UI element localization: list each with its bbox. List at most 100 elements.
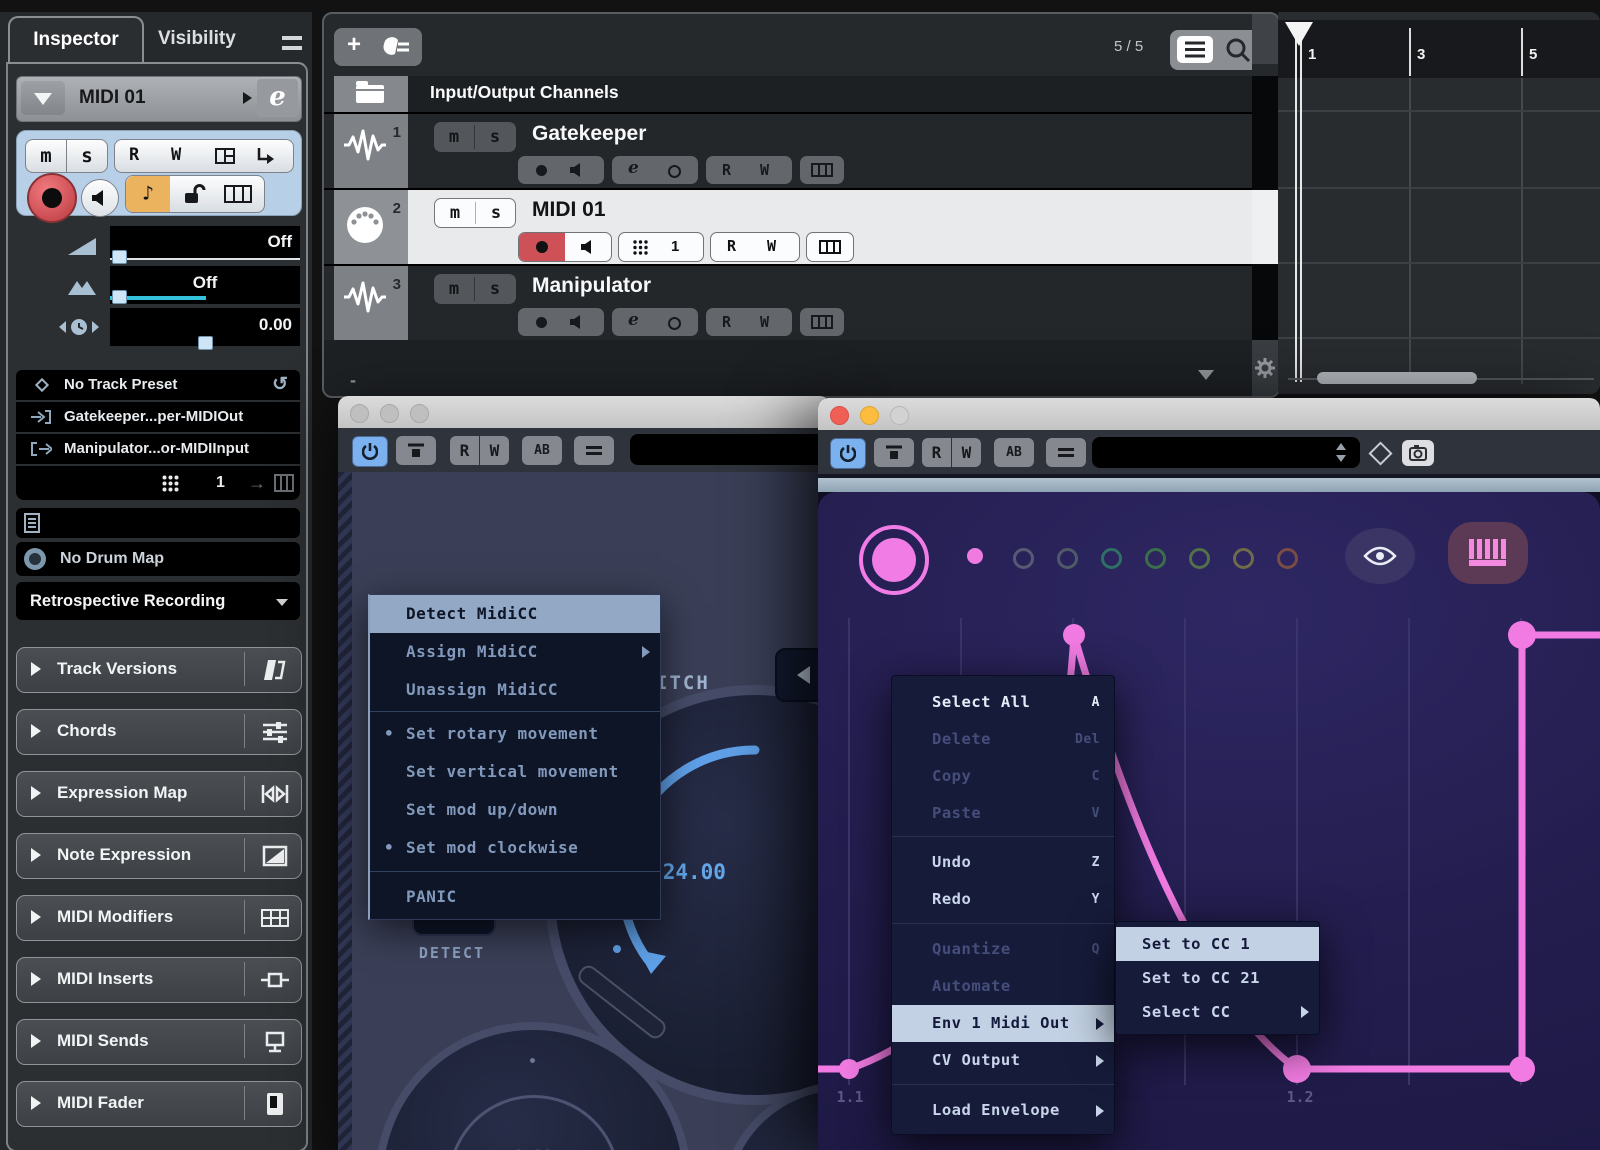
preset-selector[interactable] bbox=[630, 434, 830, 465]
pan-fader[interactable]: Off bbox=[110, 266, 300, 304]
solo-button[interactable]: s bbox=[475, 274, 515, 304]
section-chords[interactable]: Chords bbox=[16, 709, 302, 755]
solo-button[interactable]: s bbox=[475, 122, 515, 152]
tab-visibility[interactable]: Visibility bbox=[158, 28, 236, 50]
gear-icon[interactable] bbox=[1255, 358, 1275, 378]
menu-item-cv-output[interactable]: CV Output bbox=[892, 1042, 1114, 1079]
envelope-point[interactable] bbox=[1063, 624, 1085, 646]
delay-handle[interactable] bbox=[198, 336, 213, 350]
preset-diamond-icon[interactable] bbox=[1368, 441, 1392, 465]
envelope-point[interactable] bbox=[1283, 1055, 1311, 1083]
inspector-menu-icon[interactable] bbox=[282, 36, 302, 50]
track3-icon-cell[interactable]: 3 bbox=[334, 266, 408, 340]
menu-item-undo[interactable]: UndoZ bbox=[892, 844, 1114, 881]
menu-item-automate[interactable]: Automate bbox=[892, 968, 1114, 1005]
record-enable-button[interactable] bbox=[536, 317, 547, 328]
channel-grid-icon[interactable] bbox=[633, 240, 648, 255]
delay-fader[interactable]: 0.00 bbox=[110, 308, 300, 346]
bank-icon[interactable] bbox=[274, 474, 294, 492]
menu-item-assign-midicc[interactable]: Assign MidiCC bbox=[370, 633, 660, 671]
menu-item-unassign-midicc[interactable]: Unassign MidiCC bbox=[370, 671, 660, 709]
write-automation-button[interactable]: W bbox=[952, 438, 981, 467]
track-view-button[interactable] bbox=[1177, 36, 1213, 63]
zoom-button-inactive[interactable] bbox=[410, 404, 429, 423]
read-automation-button[interactable]: R bbox=[727, 237, 736, 255]
write-automation-button[interactable]: W bbox=[480, 436, 509, 465]
add-track-button[interactable]: + bbox=[347, 31, 361, 59]
freeze-button[interactable] bbox=[668, 317, 681, 330]
submenu-item-set-cc1[interactable]: Set to CC 1 bbox=[1116, 927, 1319, 961]
preset-selector[interactable] bbox=[1092, 437, 1360, 468]
playhead-marker[interactable] bbox=[1285, 22, 1313, 46]
drum-map-row[interactable]: No Drum Map bbox=[16, 542, 300, 576]
input-routing-row[interactable]: Gatekeeper...per-MIDIOut bbox=[16, 402, 300, 432]
solo-button[interactable]: s bbox=[66, 139, 108, 173]
read-automation-button[interactable]: R bbox=[722, 161, 731, 179]
menu-item-set-rotary[interactable]: •Set rotary movement bbox=[370, 715, 660, 753]
track-preset-row[interactable]: No Track Preset ↺ bbox=[16, 370, 300, 400]
track1-icon-cell[interactable]: 1 bbox=[334, 114, 408, 188]
section-midi-inserts[interactable]: MIDI Inserts bbox=[16, 957, 302, 1003]
mute-button[interactable]: m bbox=[434, 274, 474, 304]
menu-item-set-mod-clockwise[interactable]: •Set mod clockwise bbox=[370, 829, 660, 867]
search-icon[interactable] bbox=[1224, 37, 1252, 63]
monitor-button[interactable] bbox=[570, 163, 584, 177]
write-automation-button[interactable]: W bbox=[760, 313, 769, 331]
menu-item-load-envelope[interactable]: Load Envelope bbox=[892, 1092, 1114, 1129]
write-automation-button[interactable]: W bbox=[760, 161, 769, 179]
lanes-icon[interactable] bbox=[819, 240, 841, 254]
lanes-icon[interactable] bbox=[224, 185, 252, 203]
preset-menu-button[interactable] bbox=[574, 436, 614, 465]
menu-item-set-mod-updown[interactable]: Set mod up/down bbox=[370, 791, 660, 829]
menu-item-detect-midicc[interactable]: Detect MidiCC bbox=[370, 595, 660, 633]
channel-number[interactable]: 1 bbox=[216, 466, 225, 500]
edit-channel-button[interactable]: e bbox=[628, 158, 639, 178]
submenu-item-set-cc21[interactable]: Set to CC 21 bbox=[1116, 961, 1319, 995]
write-automation-button[interactable]: W bbox=[171, 145, 181, 165]
pin-button[interactable] bbox=[396, 436, 436, 465]
io-folder-cell[interactable] bbox=[334, 76, 408, 112]
quantize-note-button[interactable]: ♪ bbox=[126, 176, 170, 212]
track-collapse-button[interactable] bbox=[21, 81, 65, 115]
ab-compare-button[interactable]: AB bbox=[994, 438, 1034, 467]
edit-channel-button[interactable]: e bbox=[628, 310, 639, 330]
read-automation-button[interactable]: R bbox=[450, 436, 479, 465]
section-midi-fader[interactable]: MIDI Fader bbox=[16, 1081, 302, 1127]
expand-tracklist-icon[interactable] bbox=[1198, 370, 1214, 380]
playhead-line[interactable] bbox=[1295, 24, 1297, 382]
output-routing-row[interactable]: Manipulator...or-MIDIInput bbox=[16, 434, 300, 464]
stepper-up-icon[interactable] bbox=[1336, 443, 1346, 450]
collapse-indicator[interactable]: - bbox=[350, 370, 356, 391]
menu-item-quantize[interactable]: QuantizeQ bbox=[892, 931, 1114, 968]
mute-button[interactable]: m bbox=[435, 198, 475, 228]
menu-item-redo[interactable]: RedoY bbox=[892, 881, 1114, 918]
freeze-button[interactable] bbox=[668, 165, 681, 178]
volume-fader[interactable]: Off bbox=[110, 226, 300, 260]
record-enable-button-active[interactable] bbox=[519, 233, 565, 261]
lanes-icon[interactable] bbox=[811, 315, 833, 329]
section-midi-sends[interactable]: MIDI Sends bbox=[16, 1019, 302, 1065]
pan-handle[interactable] bbox=[112, 290, 127, 304]
track2-icon-cell[interactable]: 2 bbox=[334, 190, 408, 264]
channel-number[interactable]: 1 bbox=[671, 238, 679, 255]
edit-channel-button[interactable]: e bbox=[257, 79, 298, 117]
lock-open-icon[interactable] bbox=[182, 184, 206, 204]
window-titlebar[interactable] bbox=[818, 398, 1600, 430]
monitor-button[interactable] bbox=[570, 315, 584, 329]
track-row-gatekeeper[interactable]: m s Gatekeeper e R W bbox=[408, 114, 1252, 188]
solo-button[interactable]: s bbox=[476, 198, 516, 228]
monitor-button[interactable] bbox=[81, 179, 119, 217]
preset-menu-button[interactable] bbox=[1046, 438, 1086, 467]
write-automation-button[interactable]: W bbox=[767, 237, 776, 255]
retrospective-recording-row[interactable]: Retrospective Recording bbox=[16, 582, 300, 620]
menu-item-panic[interactable]: PANIC bbox=[370, 876, 660, 918]
volume-handle[interactable] bbox=[112, 250, 127, 264]
window-titlebar[interactable] bbox=[338, 396, 830, 428]
plugin-resize-strip[interactable] bbox=[818, 478, 1600, 492]
chevron-right-icon[interactable] bbox=[243, 92, 252, 104]
envelope-point[interactable] bbox=[1508, 621, 1536, 649]
ab-compare-button[interactable]: AB bbox=[522, 436, 562, 465]
read-automation-button[interactable]: R bbox=[129, 145, 139, 165]
track-row-manipulator[interactable]: m s Manipulator e R W bbox=[408, 266, 1252, 340]
read-automation-button[interactable]: R bbox=[722, 313, 731, 331]
